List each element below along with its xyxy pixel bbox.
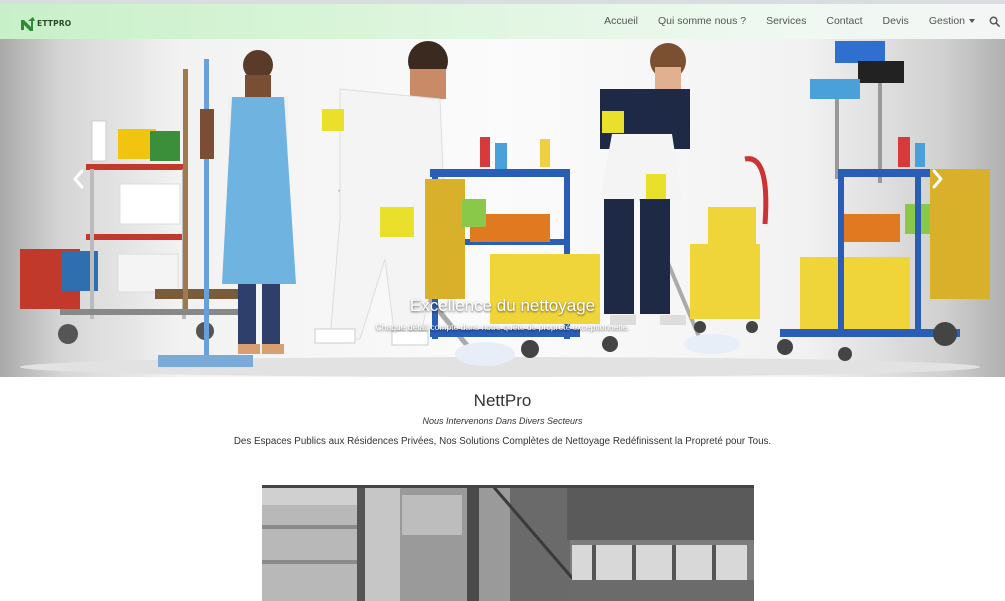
nav-item-gestion-dropdown[interactable]: Gestion: [919, 4, 985, 39]
nav-item-devis[interactable]: Devis: [873, 4, 919, 39]
brand-logo[interactable]: ETTPRO: [20, 12, 71, 32]
nav-item-accueil[interactable]: Accueil: [594, 4, 648, 39]
carousel-next-button[interactable]: [920, 159, 956, 199]
nav-item-contact[interactable]: Contact: [816, 4, 872, 39]
carousel-caption-subtitle: Chaque détail compte dans notre quête de…: [375, 322, 630, 332]
nav-menu: Accueil Qui somme nous ? Services Contac…: [594, 4, 1005, 39]
carousel-prev-button[interactable]: [60, 159, 96, 199]
nav-item-qui-somme-nous[interactable]: Qui somme nous ?: [648, 4, 756, 39]
navbar: ETTPRO Accueil Qui somme nous ? Services…: [0, 4, 1005, 39]
industrial-interior-image: [262, 485, 754, 601]
nav-item-gestion-label: Gestion: [928, 15, 965, 27]
intro-subtitle: Nous Intervenons Dans Divers Secteurs: [422, 416, 583, 426]
nettpro-n-logo-icon: [21, 17, 35, 31]
intro-description: Des Espaces Publics aux Résidences Privé…: [233, 436, 772, 447]
search-icon: [989, 16, 1000, 27]
brand-name: ETTPRO: [37, 19, 72, 28]
nav-item-services[interactable]: Services: [756, 4, 816, 39]
caret-down-icon: [969, 19, 975, 24]
hero-carousel: Excellence du nettoyage Chaque détail co…: [0, 39, 1005, 377]
chevron-left-icon: [73, 169, 84, 189]
search-button[interactable]: [983, 4, 1005, 39]
chevron-right-icon: [932, 169, 943, 189]
carousel-caption-title: Excellence du nettoyage: [409, 296, 596, 315]
industrial-building-photo: [262, 485, 754, 601]
intro-title: NettPro: [473, 391, 532, 410]
